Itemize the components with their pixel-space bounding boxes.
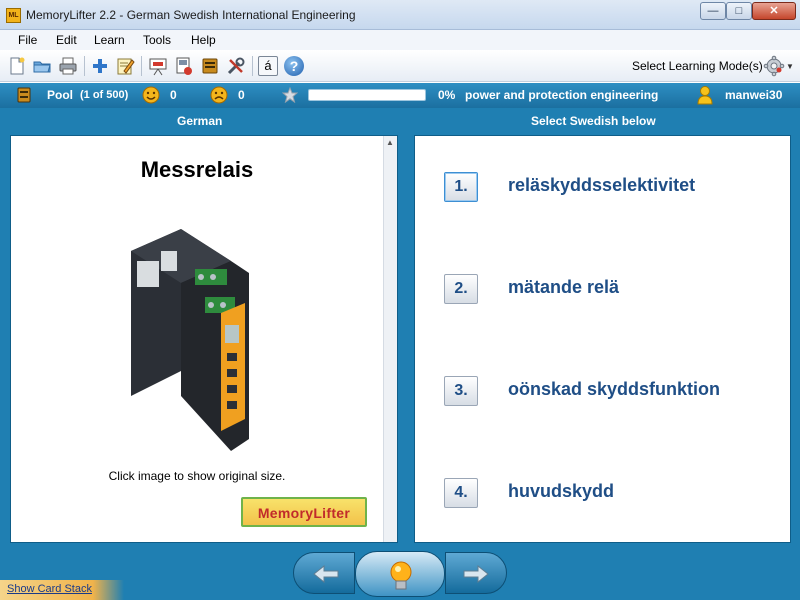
lightbulb-icon [390,561,412,590]
star-icon [282,87,298,103]
menu-bar: File Edit Learn Tools Help [0,30,800,50]
main-area: German Select Swedish below Messrelais C… [0,108,800,600]
statistics-icon[interactable] [200,56,220,76]
status-bar: Pool (1 of 500) 0 0 0% power and protect… [0,83,800,108]
pool-box-icon [17,87,31,103]
answer-panel: 1. reläskyddsselektivitet 2. mätande rel… [414,135,791,543]
answer-option-2[interactable]: mätande relä [508,277,619,298]
question-word: Messrelais [140,157,254,182]
gear-icon[interactable] [763,55,785,77]
answer-button-1[interactable]: 1. [444,172,478,202]
title-bar: ML MemoryLifter 2.2 - German Swedish Int… [0,0,800,30]
menu-tools[interactable]: Tools [143,33,171,47]
arrow-right-icon [463,564,489,584]
menu-help[interactable]: Help [191,33,216,47]
card-image[interactable] [121,221,256,451]
slideshow-icon[interactable] [148,56,168,76]
app-logo-icon: ML [6,8,21,23]
progress-percent: 0% [438,88,456,102]
maximize-button[interactable]: □ [726,2,752,20]
menu-learn[interactable]: Learn [94,33,125,47]
arrow-left-icon [313,564,339,584]
settings-tools-icon[interactable] [226,56,246,76]
sad-face-icon [210,86,228,104]
question-column-header: German [177,114,223,128]
previous-button[interactable] [293,552,355,594]
learning-mode-label[interactable]: Select Learning Mode(s) [632,59,763,73]
next-button[interactable] [445,552,507,594]
progress-bar [308,89,426,101]
close-button[interactable]: ✕ [752,2,796,20]
scrollbar[interactable]: ▲ [383,136,397,542]
answer-option-4[interactable]: huvudskydd [508,481,614,502]
image-hint-text: Click image to show original size. [108,469,286,483]
menu-file[interactable]: File [18,33,37,47]
answer-button-2[interactable]: 2. [444,274,478,304]
new-document-icon[interactable] [7,56,27,76]
toolbar-separator [141,56,142,76]
logo-text: MemoryLifter [257,505,351,521]
happy-face-icon [142,86,160,104]
answer-column-header: Select Swedish below [531,114,656,128]
pool-label: Pool [47,88,73,102]
minimize-button[interactable]: — [700,2,726,20]
window-title: MemoryLifter 2.2 - German Swedish Intern… [26,8,356,22]
add-card-icon[interactable] [90,56,110,76]
user-name: manwei30 [725,88,783,102]
answer-option-3[interactable]: oönskad skyddsfunktion [508,379,720,400]
chevron-down-icon[interactable]: ▼ [786,62,794,71]
wrong-count: 0 [238,88,245,102]
chapter-name: power and protection engineering [465,88,659,102]
open-folder-icon[interactable] [32,56,52,76]
question-panel: Messrelais Click image to show original … [10,135,398,543]
toolbar-separator [84,56,85,76]
memorylifter-logo: MemoryLifter [241,497,367,527]
print-icon[interactable] [58,56,78,76]
special-char-icon[interactable]: á [258,56,278,76]
user-icon [697,86,713,105]
answer-button-3[interactable]: 3. [444,376,478,406]
scroll-up-icon[interactable]: ▲ [386,138,394,147]
hint-button[interactable] [355,551,445,597]
toolbar-separator [252,56,253,76]
show-card-stack-tab: Show Card Stack [0,580,124,600]
card-stack-icon[interactable] [174,56,194,76]
answer-button-4[interactable]: 4. [444,478,478,508]
edit-card-icon[interactable] [115,56,135,76]
pool-count: (1 of 500) [80,89,129,101]
toolbar: á ? Select Learning Mode(s) [0,50,800,82]
menu-edit[interactable]: Edit [56,33,77,47]
show-card-stack-link[interactable]: Show Card Stack [7,583,92,595]
answer-option-1[interactable]: reläskyddsselektivitet [508,175,695,196]
correct-count: 0 [170,88,177,102]
help-icon[interactable]: ? [284,56,304,76]
